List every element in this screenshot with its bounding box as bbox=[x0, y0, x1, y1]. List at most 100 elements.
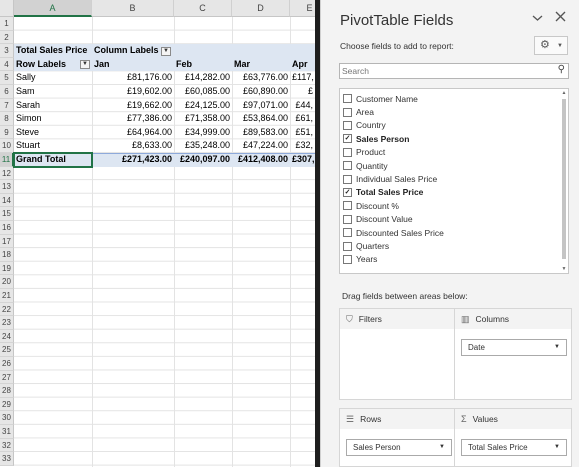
row-header[interactable]: 17 bbox=[0, 234, 14, 249]
row-header[interactable]: 21 bbox=[0, 289, 14, 303]
field-item[interactable]: Discounted Sales Price bbox=[343, 226, 444, 239]
close-icon[interactable] bbox=[555, 11, 566, 25]
row-label-sam[interactable]: Sam bbox=[14, 85, 92, 99]
pivot-cell[interactable]: £53,864.00 bbox=[232, 112, 290, 126]
pivot-row-labels[interactable]: Row Labels bbox=[14, 58, 80, 72]
field-item[interactable]: Individual Sales Price bbox=[343, 172, 437, 185]
row-header[interactable]: 5 bbox=[0, 71, 14, 85]
row-header[interactable]: 12 bbox=[0, 166, 14, 181]
pivot-cell[interactable]: £64,964.00 bbox=[92, 126, 174, 140]
field-checkbox[interactable] bbox=[343, 107, 352, 117]
chevron-down-icon[interactable]: ▼ bbox=[554, 340, 560, 355]
pivot-cell[interactable]: £ bbox=[290, 85, 315, 99]
month-header-mar[interactable]: Mar bbox=[232, 58, 290, 72]
column-header-c[interactable]: C bbox=[174, 0, 232, 17]
field-checkbox[interactable] bbox=[343, 161, 352, 171]
pivot-cell[interactable]: £35,248.00 bbox=[174, 139, 232, 153]
row-header[interactable]: 7 bbox=[0, 98, 14, 113]
row-header[interactable]: 19 bbox=[0, 261, 14, 276]
pivot-cell[interactable]: £60,085.00 bbox=[174, 85, 232, 99]
row-header[interactable]: 24 bbox=[0, 329, 14, 344]
pivot-cell[interactable]: £14,282.00 bbox=[174, 71, 232, 85]
columns-area[interactable]: ▥ Columns Date ▼ bbox=[454, 308, 572, 400]
pivot-value-header[interactable]: Total Sales Price bbox=[14, 44, 92, 58]
pivot-cell[interactable]: £19,602.00 bbox=[92, 85, 174, 99]
field-checkbox[interactable] bbox=[343, 174, 352, 184]
row-label-stuart[interactable]: Stuart bbox=[14, 139, 92, 153]
column-header-e[interactable]: E bbox=[290, 0, 315, 17]
field-checkbox[interactable] bbox=[343, 241, 352, 251]
row-labels-filter-button[interactable]: ▼ bbox=[80, 60, 90, 69]
field-search-box[interactable]: ⚲ bbox=[339, 63, 569, 79]
field-item[interactable]: Discount % bbox=[343, 199, 399, 212]
row-header[interactable]: 9 bbox=[0, 125, 14, 140]
month-header-feb[interactable]: Feb bbox=[174, 58, 232, 72]
field-checkbox[interactable] bbox=[343, 120, 352, 130]
field-checkbox[interactable] bbox=[343, 94, 352, 104]
field-checkbox[interactable] bbox=[343, 201, 352, 211]
month-header-jan[interactable]: Jan bbox=[92, 58, 174, 72]
row-label-sally[interactable]: Sally bbox=[14, 71, 92, 85]
row-header[interactable]: 4 bbox=[0, 57, 14, 72]
rows-field-sales-person[interactable]: Sales Person ▼ bbox=[346, 439, 452, 456]
field-item[interactable]: Years bbox=[343, 253, 377, 266]
grand-total-cell[interactable]: £271,423.00 bbox=[92, 153, 174, 167]
row-header[interactable]: 33 bbox=[0, 452, 14, 466]
pivot-cell[interactable]: £60,890.00 bbox=[232, 85, 290, 99]
select-all-corner[interactable] bbox=[0, 0, 14, 17]
filters-area[interactable]: ⛉ Filters bbox=[339, 308, 457, 400]
pivot-cell[interactable]: £63,776.00 bbox=[232, 71, 290, 85]
row-header[interactable]: 8 bbox=[0, 112, 14, 126]
column-labels-filter-button[interactable]: ▼ bbox=[161, 46, 171, 56]
pivot-cell[interactable]: £81,176.00 bbox=[92, 71, 174, 85]
row-header[interactable]: 2 bbox=[0, 30, 14, 45]
row-header[interactable]: 22 bbox=[0, 302, 14, 317]
tools-dropdown-button[interactable]: ⚙ ▼ bbox=[534, 36, 568, 55]
scrollbar-thumb[interactable] bbox=[562, 99, 566, 259]
chevron-down-icon[interactable] bbox=[532, 13, 543, 25]
row-header[interactable]: 16 bbox=[0, 221, 14, 235]
field-item[interactable]: Discount Value bbox=[343, 213, 413, 226]
pivot-cell[interactable]: £89,583.00 bbox=[232, 126, 290, 140]
row-header[interactable]: 26 bbox=[0, 357, 14, 371]
field-checkbox[interactable]: ✓ bbox=[343, 187, 352, 197]
row-header[interactable]: 14 bbox=[0, 193, 14, 208]
row-label-steve[interactable]: Steve bbox=[14, 126, 92, 140]
row-header[interactable]: 6 bbox=[0, 85, 14, 99]
field-item[interactable]: Customer Name bbox=[343, 92, 418, 105]
field-item[interactable]: Quantity bbox=[343, 159, 388, 172]
pivot-cell[interactable]: £32, bbox=[290, 139, 315, 153]
row-header[interactable]: 3 bbox=[0, 44, 14, 58]
pivot-cell[interactable]: £44, bbox=[290, 99, 315, 113]
pivot-cell[interactable]: £34,999.00 bbox=[174, 126, 232, 140]
grand-total-cell[interactable]: £307, bbox=[290, 153, 315, 167]
field-list-scrollbar[interactable]: ▲ ▼ bbox=[560, 89, 568, 273]
month-header-apr[interactable]: Apr bbox=[290, 58, 315, 72]
pivot-column-labels[interactable]: Column Labels bbox=[92, 44, 162, 58]
field-item[interactable]: Area bbox=[343, 105, 374, 118]
row-header[interactable]: 18 bbox=[0, 248, 14, 262]
values-field-total-sales-price[interactable]: Total Sales Price ▼ bbox=[461, 439, 567, 456]
pivot-cell[interactable]: £24,125.00 bbox=[174, 99, 232, 113]
column-header-b[interactable]: B bbox=[92, 0, 174, 17]
chevron-down-icon[interactable]: ▼ bbox=[554, 440, 560, 455]
scroll-down-icon[interactable]: ▼ bbox=[561, 266, 567, 272]
row-label-simon[interactable]: Simon bbox=[14, 112, 92, 126]
field-search-input[interactable] bbox=[340, 64, 540, 78]
row-header[interactable]: 10 bbox=[0, 139, 14, 153]
spreadsheet-grid[interactable]: A B C D E 1 2 3 4 5 6 7 8 9 10 11 12 13 14 15 16 17 18 19 2… bbox=[0, 0, 315, 467]
field-checkbox[interactable] bbox=[343, 228, 352, 238]
grand-total-cell[interactable]: £412,408.00 bbox=[232, 153, 290, 167]
pivot-cell[interactable]: £19,662.00 bbox=[92, 99, 174, 113]
row-header[interactable]: 30 bbox=[0, 411, 14, 425]
row-header[interactable]: 23 bbox=[0, 316, 14, 330]
field-checkbox[interactable]: ✓ bbox=[343, 134, 352, 144]
row-header[interactable]: 1 bbox=[0, 17, 14, 31]
search-icon[interactable]: ⚲ bbox=[558, 64, 565, 75]
scroll-up-icon[interactable]: ▲ bbox=[561, 90, 567, 96]
column-header-d[interactable]: D bbox=[232, 0, 290, 17]
column-header-a[interactable]: A bbox=[14, 0, 92, 17]
pivot-cell[interactable]: £117, bbox=[290, 71, 315, 85]
pivot-cell[interactable]: £8,633.00 bbox=[92, 139, 174, 153]
pivot-cell[interactable]: £97,071.00 bbox=[232, 99, 290, 113]
